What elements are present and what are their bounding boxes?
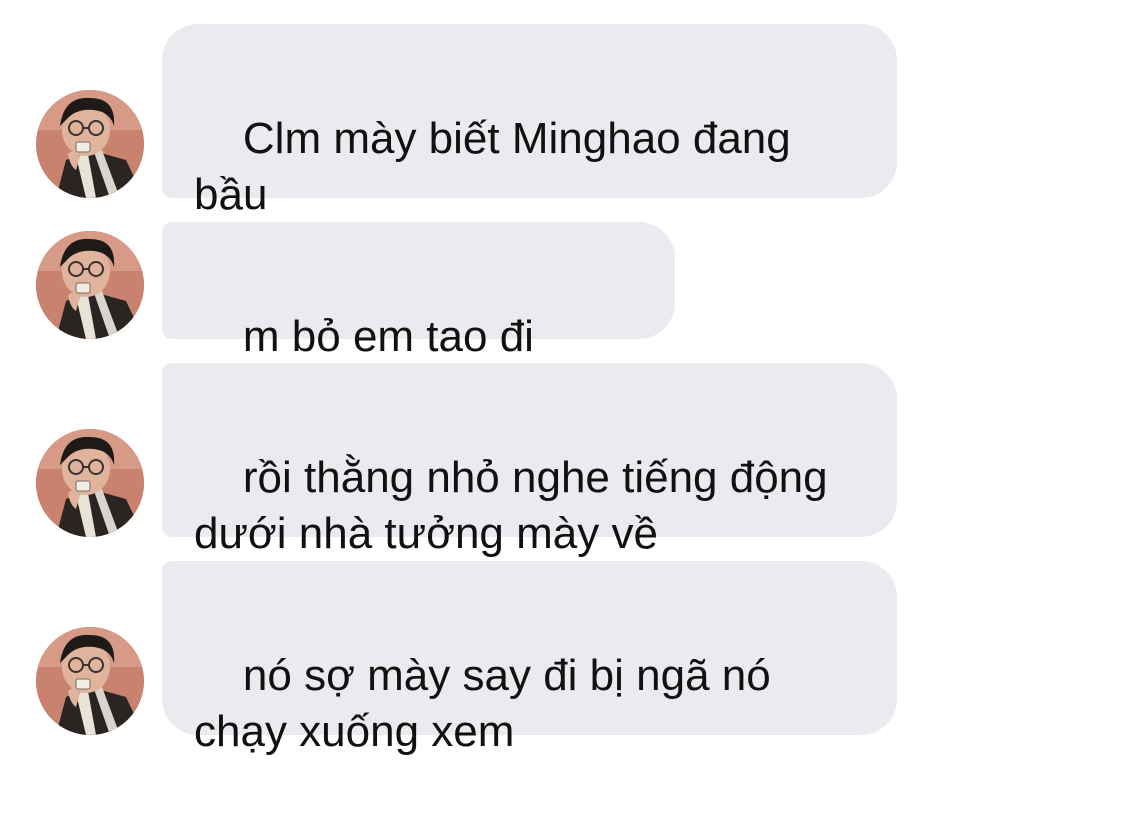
message-text: nó sợ mày say đi bị ngã nó chạy xuống xe… — [194, 651, 771, 756]
message-bubble[interactable]: Clm mày biết Minghao đang bầu — [162, 24, 897, 219]
avatar-photo-icon — [36, 429, 144, 537]
message-bubble[interactable]: rồi thằng nhỏ nghe tiếng động dưới nhà t… — [162, 363, 897, 558]
contact-avatar[interactable] — [36, 429, 144, 537]
message-text: rồi thằng nhỏ nghe tiếng động dưới nhà t… — [194, 453, 828, 558]
avatar-photo-icon — [36, 627, 144, 735]
message-bubble[interactable]: nó sợ mày say đi bị ngã nó chạy xuống xe… — [162, 561, 897, 756]
contact-avatar[interactable] — [36, 231, 144, 339]
avatar-photo-icon — [36, 90, 144, 198]
message-bubble[interactable]: m bỏ em tao đi nhậu — [162, 222, 675, 417]
message-text: Clm mày biết Minghao đang bầu — [194, 114, 791, 219]
avatar-photo-icon — [36, 231, 144, 339]
contact-avatar[interactable] — [36, 90, 144, 198]
contact-avatar[interactable] — [36, 627, 144, 735]
